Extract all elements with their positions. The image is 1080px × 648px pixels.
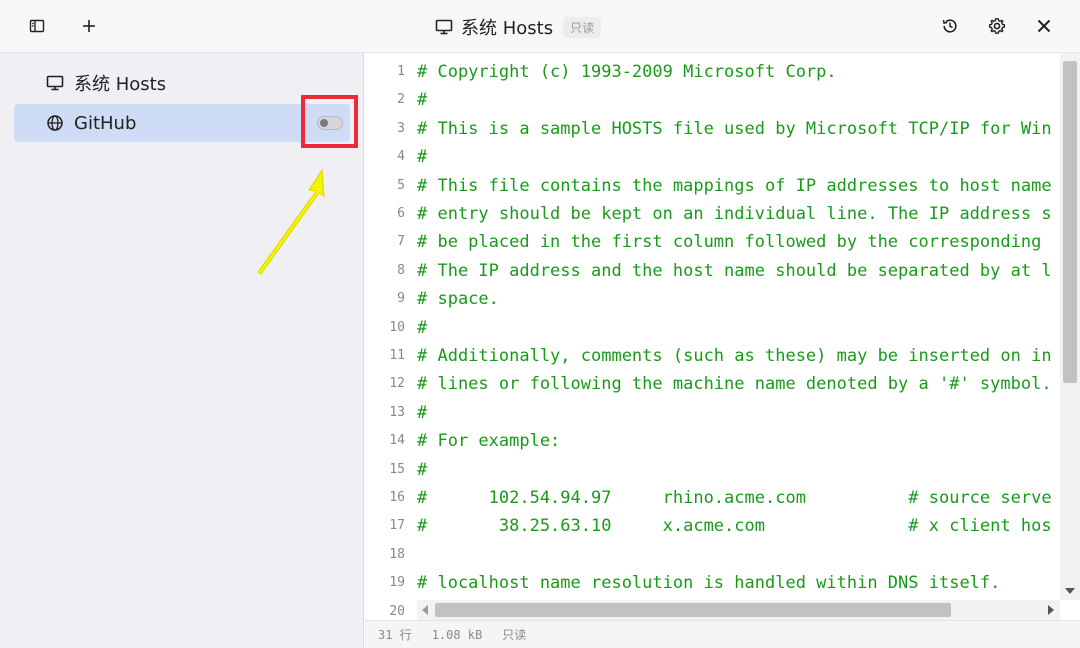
monitor-icon (46, 75, 64, 91)
code-line: # Copyright (c) 1993-2009 Microsoft Corp… (417, 62, 837, 82)
vertical-scrollbar[interactable] (1060, 53, 1080, 600)
code-line: # be placed in the first column followed… (417, 232, 1052, 253)
code-line: # 102.54.94.97 rhino.acme.com # source s… (417, 488, 1052, 508)
sidebar-item-github[interactable]: GitHub (14, 104, 350, 142)
line-number: 6 (397, 206, 405, 221)
globe-icon (47, 115, 63, 131)
gear-icon (989, 18, 1005, 34)
code-line: # This file contains the mappings of IP … (417, 175, 1052, 196)
code-line: # The IP address and the host name shoul… (417, 260, 1052, 281)
code-line: # 38.25.63.10 x.acme.com # x client hos (417, 516, 1052, 537)
line-number: 13 (389, 404, 405, 420)
close-button[interactable] (1030, 12, 1058, 40)
code-line: # (417, 147, 428, 168)
line-number: 7 (397, 234, 405, 250)
sidebar-item-label: 系统 Hosts (74, 74, 167, 95)
code-line: # This is a sample HOSTS file used by Mi… (417, 118, 1052, 139)
scroll-down-arrow-icon[interactable] (1065, 588, 1075, 594)
code-line: # (417, 459, 428, 480)
readonly-status: 只读 (502, 628, 527, 642)
line-number: 8 (397, 262, 405, 278)
code-line: # (417, 317, 428, 338)
sidebar-icon (29, 19, 45, 33)
annotation-highlight-box (301, 95, 358, 148)
code-line: # For example: (417, 431, 561, 452)
history-button[interactable] (936, 12, 964, 40)
code-line: # (417, 90, 428, 111)
status-bar: 31 行 1.08 kB 只读 (365, 620, 1080, 648)
line-number: 16 (389, 490, 405, 505)
line-number: 18 (389, 546, 405, 562)
scroll-right-arrow-icon[interactable] (1048, 605, 1054, 615)
line-number: 17 (389, 518, 405, 534)
vertical-scroll-thumb[interactable] (1063, 61, 1077, 383)
add-button[interactable] (75, 12, 103, 40)
history-icon (942, 19, 957, 33)
line-count: 31 行 (378, 628, 412, 642)
window-title: 系统 Hosts 只读 (435, 14, 602, 40)
horizontal-scroll-thumb[interactable] (435, 603, 951, 617)
line-number: 14 (389, 433, 405, 449)
line-number: 12 (389, 376, 405, 392)
code-line: # entry should be kept on an individual … (417, 204, 1052, 224)
code-line: # (417, 402, 428, 423)
sidebar-item-label: GitHub (74, 112, 137, 134)
line-number-gutter: 1 2 3 4 5 6 7 8 9 10 11 12 13 14 15 16 17 18 19 20 (365, 53, 413, 620)
line-number: 5 (397, 177, 405, 193)
settings-button[interactable] (983, 12, 1011, 40)
monitor-icon (435, 19, 453, 35)
title-bar: 系统 Hosts 只读 (0, 0, 1080, 53)
scroll-left-arrow-icon[interactable] (422, 605, 428, 615)
readonly-badge: 只读 (563, 16, 602, 38)
line-number: 19 (389, 575, 405, 591)
page-title: 系统 Hosts (461, 18, 554, 39)
plus-icon (83, 20, 95, 32)
hosts-editor[interactable]: 1 2 3 4 5 6 7 8 9 10 11 12 13 14 15 16 17 18 19 20 # Copyri… (365, 53, 1080, 620)
code-line: # Additionally, comments (such as these)… (417, 346, 1052, 366)
line-number: 9 (397, 291, 405, 307)
code-line: # localhost name resolution is handled w… (417, 573, 1001, 594)
line-number: 11 (389, 348, 405, 363)
sidebar-item-system-hosts[interactable]: 系统 Hosts (14, 64, 350, 102)
line-number: 10 (389, 319, 405, 335)
file-size: 1.08 kB (431, 627, 483, 642)
horizontal-scrollbar[interactable] (417, 600, 1060, 620)
line-number: 1 (397, 64, 405, 79)
code-line: # space. (417, 289, 499, 310)
code-area[interactable]: # Copyright (c) 1993-2009 Microsoft Corp… (417, 53, 1059, 600)
line-number: 3 (397, 120, 405, 136)
line-number: 4 (397, 149, 405, 165)
code-line: # lines or following the machine name de… (417, 374, 1052, 395)
line-number: 15 (389, 461, 405, 477)
sidebar-toggle-button[interactable] (23, 12, 51, 40)
line-number: 2 (397, 92, 405, 108)
line-number: 20 (389, 603, 405, 619)
close-icon (1037, 19, 1051, 33)
